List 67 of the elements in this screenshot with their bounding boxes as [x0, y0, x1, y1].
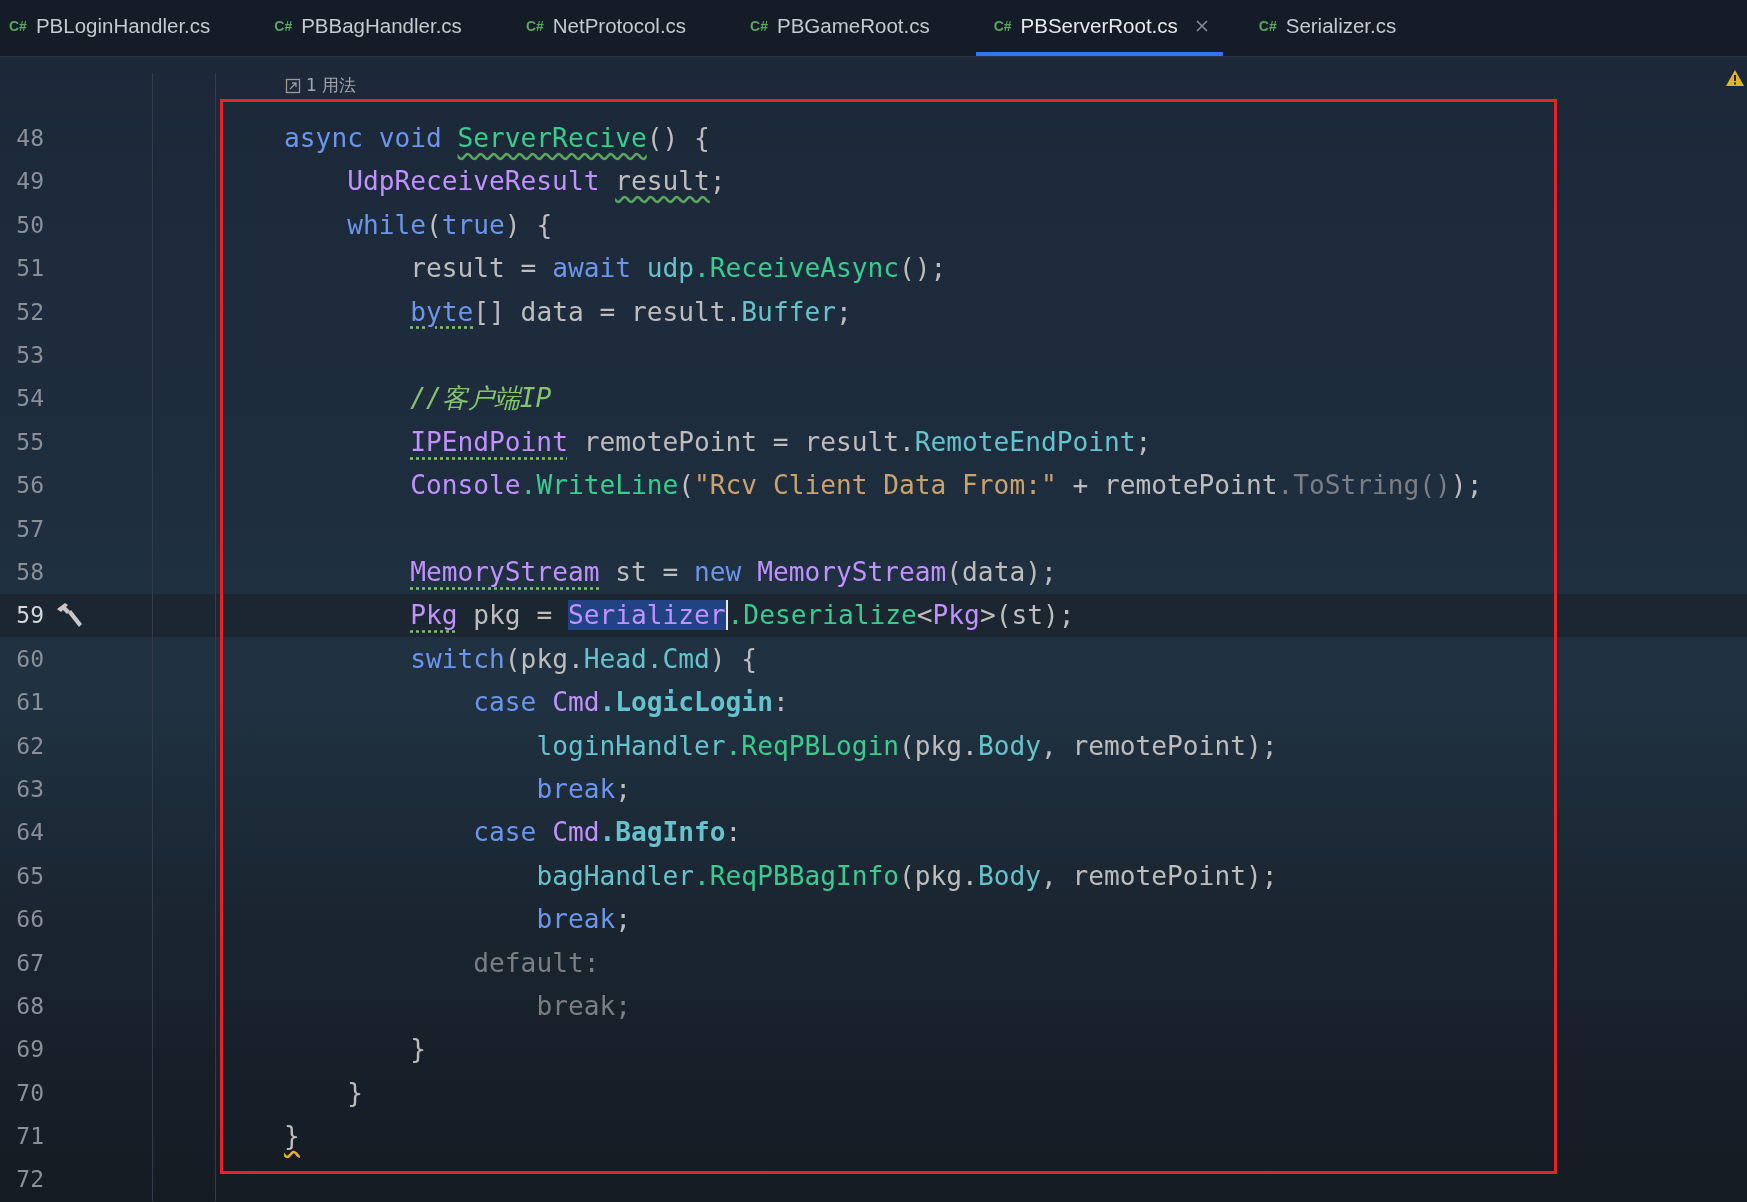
line-number: 49 — [15, 168, 44, 195]
code-line: } — [347, 1077, 363, 1108]
file-tab[interactable]: C# PBBagHandler.cs — [274, 0, 490, 56]
code-line: Pkg pkg = Serializer.Deserialize<Pkg>(st); — [410, 600, 1075, 631]
language-label: C# — [525, 18, 544, 34]
usage-hint[interactable]: 1 用法 — [306, 74, 357, 97]
language-label: C# — [9, 18, 27, 34]
code-line: break; — [536, 904, 631, 935]
language-label: C# — [1258, 18, 1277, 34]
tab-label: PBGameRoot.cs — [777, 14, 930, 38]
line-number: 52 — [15, 298, 44, 325]
code-line: case Cmd.BagInfo: — [473, 817, 742, 848]
line-number: 63 — [15, 775, 44, 802]
code-line: bagHandler.ReqPBBagInfo(pkg.Body, remotePoint); — [536, 860, 1278, 891]
line-number: 48 — [15, 125, 44, 152]
line-number: 68 — [15, 992, 44, 1019]
file-tab[interactable]: C# Serializer.cs — [1258, 0, 1425, 56]
code-line: IPEndPoint remotePoint = result.RemoteEndPoint; — [410, 426, 1152, 457]
tab-label: PBServerRoot.cs — [1020, 14, 1178, 38]
line-number: 54 — [15, 385, 44, 412]
code-line: loginHandler.ReqPBLogin(pkg.Body, remotePoint); — [536, 730, 1278, 761]
tab-label: NetProtocol.cs — [552, 14, 687, 38]
close-icon[interactable] — [1194, 19, 1209, 33]
line-number: 65 — [15, 862, 44, 889]
line-number: 71 — [15, 1123, 44, 1150]
code-line: } — [284, 1121, 300, 1152]
code-line: break; — [536, 773, 631, 804]
file-tab[interactable]: C# PBGameRoot.cs — [750, 0, 958, 56]
code-line: while(true) { — [347, 209, 553, 240]
line-number: 59 — [15, 602, 44, 629]
line-number: 60 — [15, 645, 44, 672]
code-line: byte[] data = result.Buffer; — [410, 296, 852, 327]
line-number: 55 — [15, 428, 44, 455]
file-tab[interactable]: C# PBLoginHandler.cs — [9, 0, 239, 56]
line-number: 72 — [15, 1166, 44, 1193]
line-number: 66 — [15, 906, 44, 933]
line-number: 69 — [15, 1036, 44, 1063]
line-number: 61 — [15, 689, 44, 716]
line-number: 62 — [15, 732, 44, 759]
code-line: result = await udp.ReceiveAsync(); — [410, 253, 947, 284]
line-number: 70 — [15, 1079, 44, 1106]
line-number: 53 — [15, 342, 44, 369]
code-line: } — [410, 1034, 426, 1065]
line-number: 56 — [15, 472, 44, 499]
tab-label: PBLoginHandler.cs — [35, 14, 211, 38]
line-number: 50 — [15, 211, 44, 238]
code-line: switch(pkg.Head.Cmd) { — [410, 643, 758, 674]
language-label: C# — [750, 18, 768, 34]
code-line: //客户端IP — [410, 381, 552, 415]
code-line: break; — [536, 990, 631, 1021]
line-number: 64 — [15, 819, 44, 846]
file-tab[interactable]: C# NetProtocol.cs — [525, 0, 715, 56]
line-number: 58 — [15, 559, 44, 585]
code-line: MemoryStream st = new MemoryStream(data); — [410, 557, 1057, 587]
line-number: 57 — [15, 515, 44, 542]
language-label: C# — [274, 18, 293, 34]
code-line: default: — [473, 947, 600, 978]
code-line: Console.WriteLine("Rcv Client Data From:" + remotePoint.ToString()); — [410, 470, 1483, 501]
tab-label: Serializer.cs — [1285, 14, 1397, 38]
code-line: async void ServerRecive() { — [284, 123, 710, 154]
code-line: UdpReceiveResult result; — [347, 166, 726, 197]
usage-icon — [285, 77, 301, 94]
line-number: 51 — [15, 255, 44, 282]
tab-label: PBBagHandler.cs — [301, 14, 462, 38]
language-label: C# — [993, 18, 1012, 34]
code-line: case Cmd.LogicLogin: — [473, 687, 789, 718]
line-number: 67 — [15, 949, 44, 976]
